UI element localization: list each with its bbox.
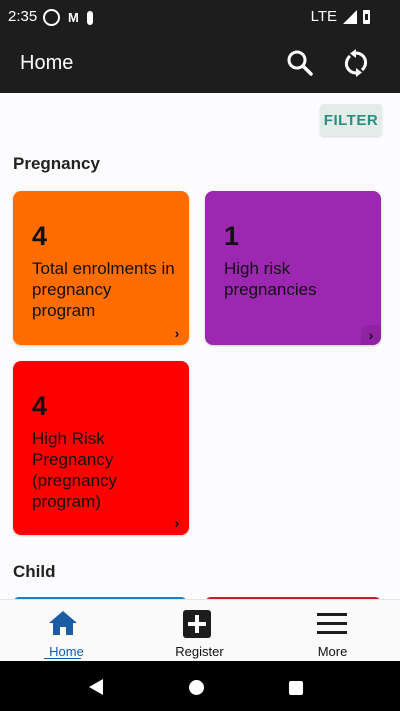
nav-register-label: Register: [175, 644, 224, 659]
chevron-right-icon: ›: [174, 325, 180, 341]
system-nav-bar: [0, 661, 400, 711]
active-indicator: [44, 658, 81, 659]
card-high-risk-pregnancies[interactable]: 1 High risk pregnancies ›: [205, 191, 381, 345]
search-button[interactable]: [286, 49, 314, 77]
page-title: Home: [20, 52, 74, 74]
dashboard-content: FILTER Pregnancy 4 Total enrolments in p…: [0, 93, 400, 599]
back-icon[interactable]: [89, 679, 103, 695]
card-label: High Risk Pregnancy (pregnancy program): [32, 429, 118, 511]
nav-register[interactable]: Register: [133, 600, 266, 662]
home-circle-icon[interactable]: [189, 680, 204, 695]
card-count: 4: [32, 221, 48, 251]
search-icon: [287, 50, 313, 76]
card-label: High risk pregnancies: [224, 259, 317, 299]
card-label: Total enrolments in pregnancy program: [32, 259, 175, 320]
nav-home-label: Home: [49, 644, 84, 659]
gmail-icon: M: [68, 10, 79, 25]
menu-icon: [317, 613, 347, 634]
signal-icon: [343, 9, 357, 24]
chevron-right-icon: ›: [361, 325, 381, 345]
whatsapp-icon: [43, 9, 60, 26]
battery-icon: [363, 9, 370, 24]
sync-button[interactable]: [342, 49, 370, 77]
network-label: LTE: [310, 8, 337, 25]
key-icon: [86, 10, 93, 25]
nav-more[interactable]: More: [266, 600, 399, 662]
app-bar: Home: [0, 33, 400, 93]
home-icon: [49, 611, 77, 635]
card-high-risk-pregnancy-program[interactable]: 4 High Risk Pregnancy (pregnancy program…: [13, 361, 189, 535]
nav-more-label: More: [317, 644, 348, 659]
sync-icon: [344, 49, 368, 77]
add-icon: [183, 610, 211, 638]
chevron-right-icon: ›: [174, 515, 180, 531]
card-count: 1: [224, 221, 240, 251]
recents-icon[interactable]: [289, 681, 303, 695]
status-time: 2:35: [8, 8, 38, 25]
card-count: 4: [32, 391, 48, 421]
section-title-child: Child: [13, 562, 56, 581]
notification-icons: M: [43, 9, 93, 26]
filter-button[interactable]: FILTER: [320, 104, 382, 136]
nav-home[interactable]: Home: [0, 600, 133, 662]
bottom-nav: Home Register More: [0, 599, 400, 662]
status-right: LTE: [311, 8, 370, 25]
card-total-enrolments[interactable]: 4 Total enrolments in pregnancy program …: [13, 191, 189, 345]
section-title-pregnancy: Pregnancy: [13, 154, 100, 173]
status-bar: 2:35 M LTE: [0, 0, 400, 33]
